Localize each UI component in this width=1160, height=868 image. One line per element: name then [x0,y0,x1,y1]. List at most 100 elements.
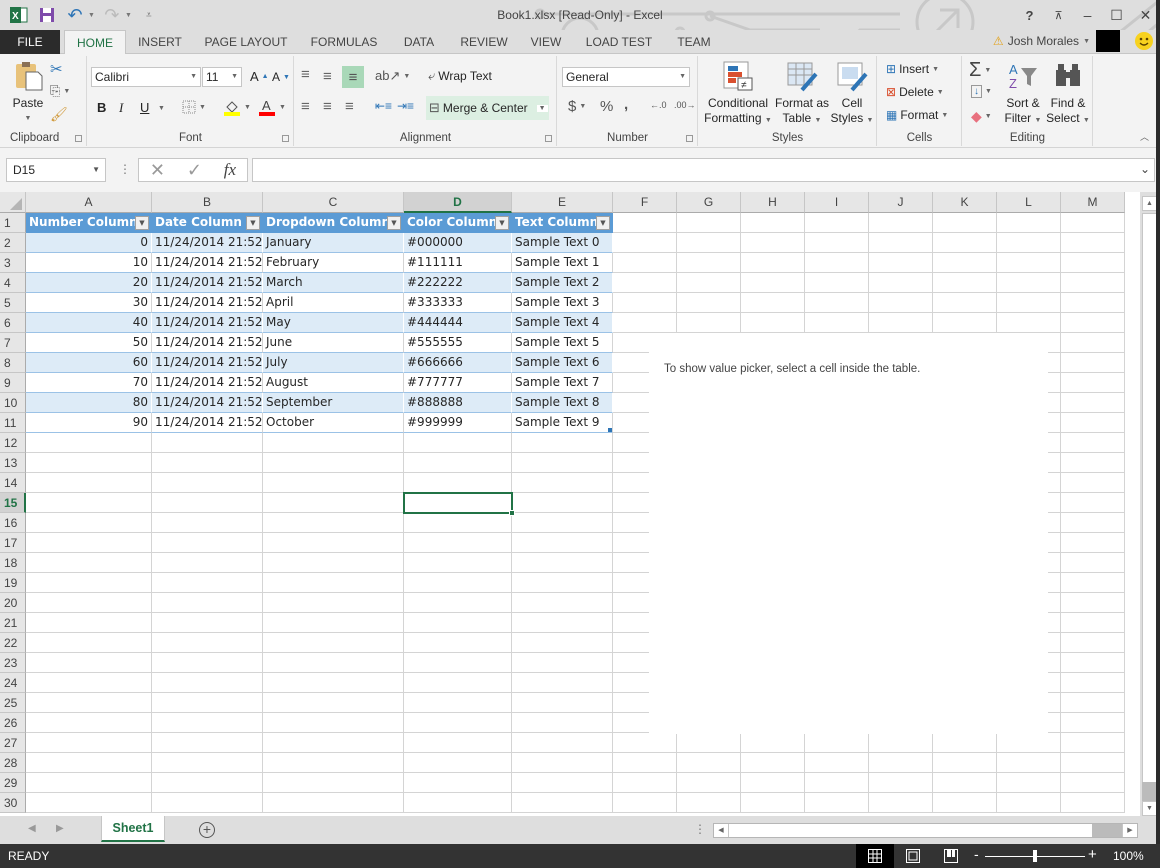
cell-f2[interactable] [613,233,677,253]
previous-sheet-icon[interactable]: ◀ [28,823,36,834]
cell-e22[interactable] [512,633,613,653]
cell-e24[interactable] [512,673,613,693]
cell-a26[interactable] [26,713,152,733]
cell-g3[interactable] [677,253,741,273]
cell-d13[interactable] [404,453,512,473]
cell-m16[interactable] [1061,513,1125,533]
fill-button[interactable]: ↓ ▼ [971,85,992,98]
tab-team[interactable]: TEAM [670,30,718,54]
table-cell[interactable]: 11/24/2014 21:52 [152,293,263,313]
row-header-14[interactable]: 14 [0,473,26,493]
expand-formula-bar-icon[interactable]: ⌄ [1140,162,1150,176]
row-header-15[interactable]: 15 [0,493,26,513]
cell-c19[interactable] [263,573,404,593]
cell-b26[interactable] [152,713,263,733]
cell-h29[interactable] [741,773,805,793]
font-dialog-launcher[interactable] [282,135,289,142]
cell-e28[interactable] [512,753,613,773]
cell-i1[interactable] [805,213,869,233]
column-header-c[interactable]: C [263,192,404,213]
cell-d29[interactable] [404,773,512,793]
cell-e27[interactable] [512,733,613,753]
cell-a28[interactable] [26,753,152,773]
row-header-21[interactable]: 21 [0,613,26,633]
number-format-select[interactable]: General ▼ [562,67,690,87]
decrease-font-size-button[interactable]: A ▼ [272,70,290,84]
scroll-right-button[interactable]: ▶ [1122,824,1137,837]
table-cell[interactable]: #111111 [404,253,512,273]
cell-e30[interactable] [512,793,613,813]
cell-b13[interactable] [152,453,263,473]
column-header-j[interactable]: J [869,192,933,213]
table-cell[interactable]: Sample Text 8 [512,393,613,413]
cell-a16[interactable] [26,513,152,533]
cell-l29[interactable] [997,773,1061,793]
cell-k30[interactable] [933,793,997,813]
cell-k2[interactable] [933,233,997,253]
cell-c20[interactable] [263,593,404,613]
row-header-25[interactable]: 25 [0,693,26,713]
cell-k6[interactable] [933,313,997,333]
cell-c16[interactable] [263,513,404,533]
cell-a22[interactable] [26,633,152,653]
cell-m27[interactable] [1061,733,1125,753]
cell-d20[interactable] [404,593,512,613]
row-header-22[interactable]: 22 [0,633,26,653]
cell-e15[interactable] [512,493,613,513]
cell-i28[interactable] [805,753,869,773]
cell-i30[interactable] [805,793,869,813]
cell-i5[interactable] [805,293,869,313]
cell-c21[interactable] [263,613,404,633]
cell-b16[interactable] [152,513,263,533]
scroll-down-button[interactable]: ▼ [1142,801,1157,816]
delete-cells-button[interactable]: ⊠ Delete ▼ [886,85,944,99]
cell-c28[interactable] [263,753,404,773]
cell-j29[interactable] [869,773,933,793]
cell-c12[interactable] [263,433,404,453]
cell-a12[interactable] [26,433,152,453]
cell-d16[interactable] [404,513,512,533]
row-header-11[interactable]: 11 [0,413,26,433]
insert-cells-button[interactable]: ⊞ Insert ▼ [886,62,939,76]
cell-d21[interactable] [404,613,512,633]
cell-k4[interactable] [933,273,997,293]
table-resize-handle[interactable] [608,428,612,432]
cell-d23[interactable] [404,653,512,673]
cell-e17[interactable] [512,533,613,553]
zoom-slider-thumb[interactable] [1033,850,1037,862]
number-dialog-launcher[interactable] [686,135,693,142]
fill-color-button[interactable]: ▼ [223,98,251,116]
merge-dropdown-icon[interactable]: ▼ [536,104,548,112]
table-cell[interactable]: 11/24/2014 21:52 [152,373,263,393]
cell-h2[interactable] [741,233,805,253]
table-cell[interactable]: 20 [26,273,152,293]
table-header-cell[interactable]: Number Column ▼ [26,213,152,233]
table-cell[interactable]: February [263,253,404,273]
cell-c23[interactable] [263,653,404,673]
cell-f6[interactable] [613,313,677,333]
tab-load-test[interactable]: LOAD TEST [580,30,658,54]
cell-m3[interactable] [1061,253,1125,273]
formula-bar-splitter[interactable]: ⋮ [119,162,131,176]
tab-file[interactable]: FILE [0,30,60,54]
formula-input[interactable]: ⌄ [252,158,1155,182]
cell-l4[interactable] [997,273,1061,293]
cell-d14[interactable] [404,473,512,493]
cell-m25[interactable] [1061,693,1125,713]
cell-e13[interactable] [512,453,613,473]
cell-m22[interactable] [1061,633,1125,653]
table-cell[interactable]: August [263,373,404,393]
cell-c13[interactable] [263,453,404,473]
table-cell[interactable]: 11/24/2014 21:52 [152,313,263,333]
cell-j28[interactable] [869,753,933,773]
cell-j3[interactable] [869,253,933,273]
cell-e16[interactable] [512,513,613,533]
clear-button[interactable]: ◆ ▼ [971,108,992,125]
cell-c29[interactable] [263,773,404,793]
cell-b22[interactable] [152,633,263,653]
table-cell[interactable]: March [263,273,404,293]
table-cell[interactable]: #222222 [404,273,512,293]
cell-d24[interactable] [404,673,512,693]
row-header-5[interactable]: 5 [0,293,26,313]
cell-b28[interactable] [152,753,263,773]
